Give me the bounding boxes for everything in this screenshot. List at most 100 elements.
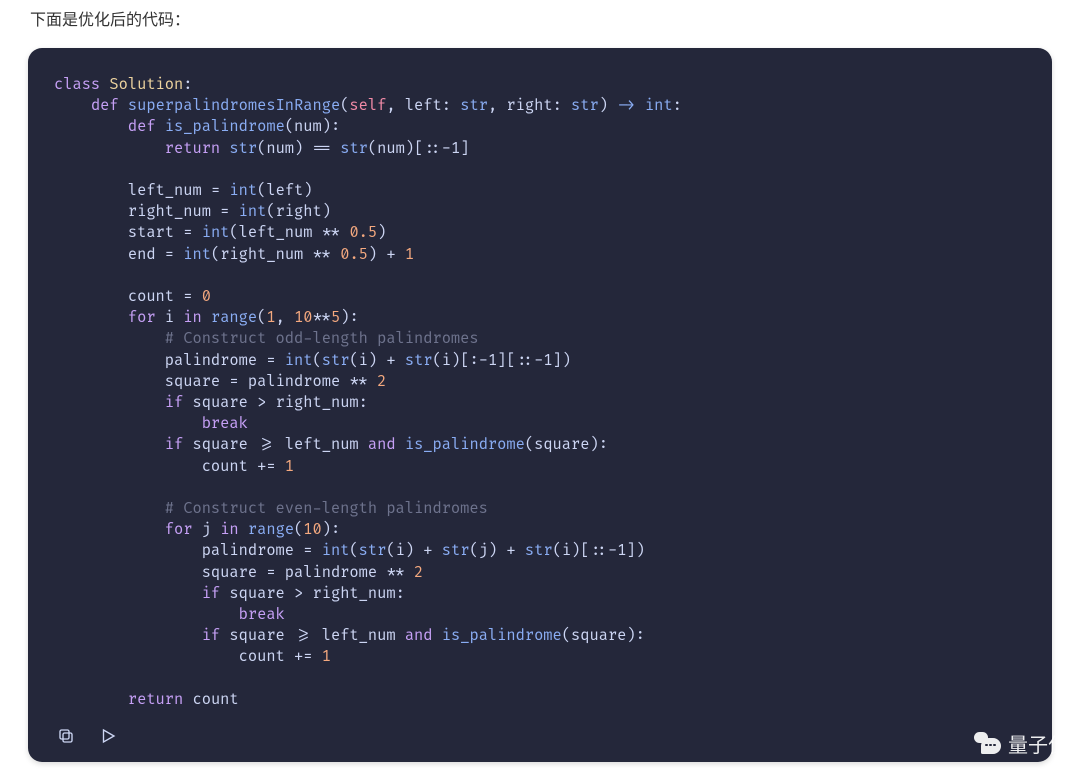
copy-icon[interactable] [54, 724, 78, 748]
var: i [165, 308, 174, 327]
op: + [386, 351, 395, 370]
class-name: Solution [109, 75, 183, 94]
param: right [506, 96, 552, 115]
comment: # Construct even-length palindromes [165, 499, 488, 518]
num: 1 [322, 647, 331, 666]
var: square [229, 626, 284, 645]
kw-if: if [165, 393, 183, 412]
builtin: int [202, 223, 230, 242]
var: count [202, 457, 248, 476]
var: right_num [220, 245, 303, 264]
fn-name: superpalindromesInRange [128, 96, 340, 115]
kw-if: if [202, 626, 220, 645]
kw-break: break [239, 605, 285, 624]
kw-def: def [128, 117, 156, 136]
builtin: str [442, 541, 470, 560]
op: + [386, 245, 395, 264]
builtin: str [229, 139, 257, 158]
var: left_num [322, 626, 396, 645]
watermark-label: 量子位 [1008, 729, 1068, 758]
param: num [294, 117, 322, 136]
var: square [202, 563, 257, 582]
var: square [229, 584, 284, 603]
var: i [442, 351, 451, 370]
var: j [202, 520, 211, 539]
op: >= [294, 626, 312, 645]
var: palindrome [285, 563, 377, 582]
kw-class: class [54, 75, 100, 94]
self-kw: self [349, 96, 386, 115]
type: str [571, 96, 599, 115]
kw-in: in [183, 308, 201, 327]
var: i [396, 541, 405, 560]
var: count [128, 287, 174, 306]
builtin: int [229, 181, 257, 200]
var: i [562, 541, 571, 560]
op: + [423, 541, 432, 560]
num: 1 [285, 457, 294, 476]
builtin: int [285, 351, 313, 370]
wechat-icon [974, 732, 1004, 756]
slice: [::-1] [414, 139, 469, 158]
var: left_num [128, 181, 202, 200]
var: square [192, 435, 247, 454]
builtin: str [322, 351, 350, 370]
num: 0.5 [349, 223, 377, 242]
slice: [::-1] [580, 541, 635, 560]
op: += [294, 647, 312, 666]
num: 10 [294, 308, 312, 327]
op: + [506, 541, 515, 560]
watermark: 量子位 [974, 729, 1068, 758]
slice: [::-1] [506, 351, 561, 370]
param: num [266, 139, 294, 158]
kw-and: and [368, 435, 396, 454]
var: left_num [285, 435, 359, 454]
type: str [460, 96, 488, 115]
op: > [257, 393, 266, 412]
builtin: range [248, 520, 294, 539]
var: right_num [276, 393, 359, 412]
var: square [192, 393, 247, 412]
var: count [192, 690, 238, 709]
code-block: class Solution: def superpalindromesInRa… [28, 48, 1052, 762]
builtin: int [239, 202, 267, 221]
var: palindrome [165, 351, 257, 370]
var: count [239, 647, 285, 666]
num: 5 [331, 308, 340, 327]
fn-call: is_palindrome [442, 626, 562, 645]
op: == [313, 139, 331, 158]
code-toolbar [54, 724, 1026, 748]
intro-text: 下面是优化后的代码： [30, 6, 1052, 30]
op: >= [257, 435, 275, 454]
var: j [479, 541, 488, 560]
num: 1 [405, 245, 414, 264]
kw-and: and [405, 626, 433, 645]
builtin: range [211, 308, 257, 327]
param: left [405, 96, 442, 115]
comment: # Construct odd-length palindromes [165, 329, 479, 348]
builtin: int [322, 541, 350, 560]
param: right [276, 202, 322, 221]
code-content: class Solution: def superpalindromesInRa… [54, 74, 1026, 710]
op: > [294, 584, 303, 603]
var: left_num [239, 223, 313, 242]
fn-call: is_palindrome [405, 435, 525, 454]
var: palindrome [248, 372, 340, 391]
var: square [165, 372, 220, 391]
builtin: str [405, 351, 433, 370]
fn-name: is_palindrome [165, 117, 285, 136]
var: right_num [313, 584, 396, 603]
kw-if: if [202, 584, 220, 603]
num: 10 [303, 520, 321, 539]
num: 2 [414, 563, 423, 582]
param: num [377, 139, 405, 158]
var: i [359, 351, 368, 370]
run-icon[interactable] [96, 724, 120, 748]
kw-for: for [165, 520, 193, 539]
num: 2 [377, 372, 386, 391]
kw-break: break [202, 414, 248, 433]
var: start [128, 223, 174, 242]
var: square [571, 626, 626, 645]
num: 1 [266, 308, 275, 327]
builtin: str [525, 541, 553, 560]
